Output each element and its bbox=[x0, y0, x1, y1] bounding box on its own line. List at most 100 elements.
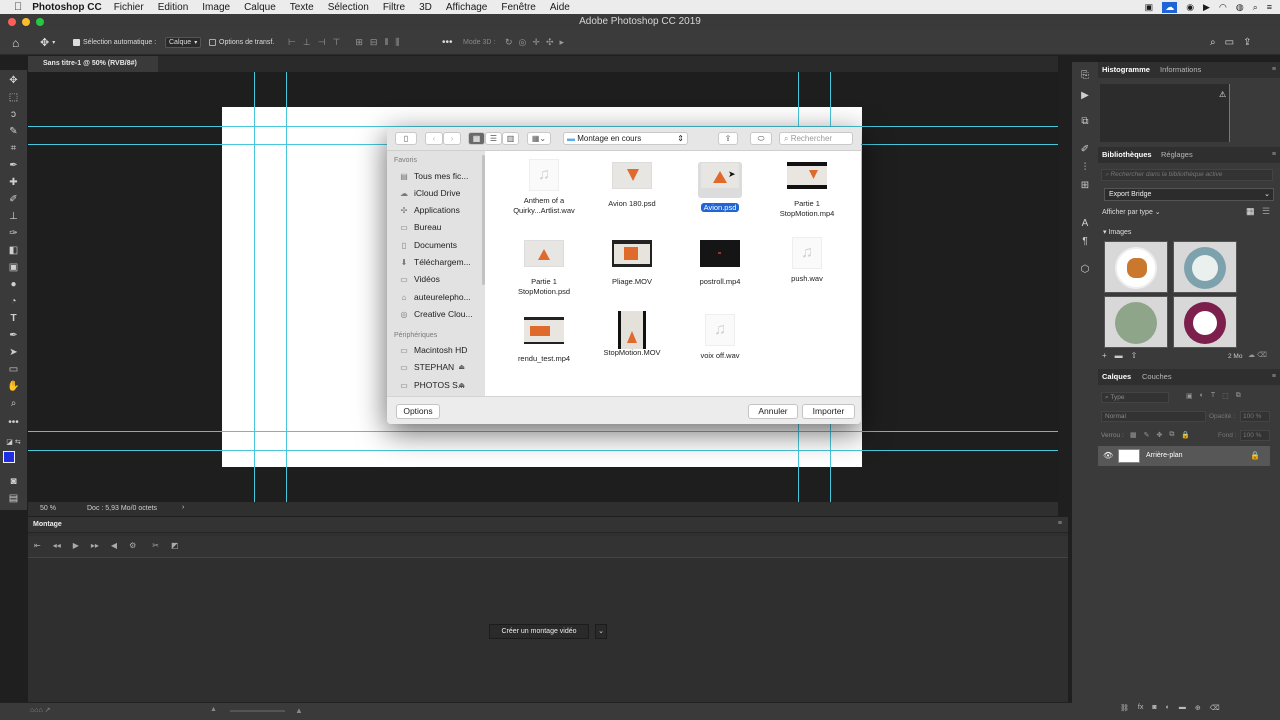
sidebar-item-home[interactable]: ⌂ auteurelepho... bbox=[399, 290, 483, 304]
lock-move-icon[interactable]: ✥ bbox=[1157, 431, 1163, 439]
more-options-icon[interactable]: ••• bbox=[442, 30, 453, 55]
zoom-out-icon[interactable]: ▲ bbox=[210, 706, 217, 713]
distribute-h-icon[interactable]: ⫴ bbox=[384, 37, 388, 48]
file-item[interactable]: ♫ voix off.wav bbox=[680, 314, 760, 361]
adjustment-layer-icon[interactable]: ◐ bbox=[1166, 704, 1170, 712]
move-tool-icon[interactable]: ✥ bbox=[6, 74, 21, 87]
gallery-view-button[interactable]: ▦⌄ bbox=[527, 132, 551, 145]
filter-shape-icon[interactable]: ⬚ bbox=[1222, 392, 1229, 400]
apple-menu-icon[interactable]:  bbox=[14, 1, 22, 13]
eyedropper-tool-icon[interactable]: ✒ bbox=[6, 159, 21, 172]
lock-transparent-icon[interactable]: ▦ bbox=[1130, 431, 1137, 439]
paragraph-panel-icon[interactable]: ¶ bbox=[1078, 236, 1092, 248]
spotlight-icon[interactable]: ⌕ bbox=[1253, 2, 1258, 13]
auto-select-dropdown[interactable]: Calque ▾ bbox=[165, 30, 202, 55]
3d-slide-icon[interactable]: ✣ bbox=[546, 37, 554, 48]
foreground-color-swatch[interactable] bbox=[3, 451, 15, 463]
file-item[interactable]: Partie 1 StopMotion.mp4 bbox=[767, 159, 847, 219]
3d-object-panel-icon[interactable]: ⬡ bbox=[1078, 264, 1092, 276]
prev-frame-icon[interactable]: ◂◂ bbox=[53, 541, 61, 550]
screen-mode-icon[interactable]: ▤ bbox=[6, 492, 21, 505]
file-item-selected[interactable]: Avion.psd ➤ bbox=[680, 159, 760, 213]
first-frame-icon[interactable]: ⇤ bbox=[34, 541, 41, 550]
column-view-button[interactable]: ▥ bbox=[502, 132, 519, 145]
images-section[interactable]: ▾ Images bbox=[1103, 228, 1131, 236]
display-by-dropdown[interactable]: Afficher par type ⌄ bbox=[1102, 208, 1161, 216]
timeline-dropdown-icon[interactable]: ⌄ bbox=[595, 624, 607, 639]
sidebar-item-macintosh-hd[interactable]: ▭ Macintosh HD bbox=[399, 343, 483, 357]
sidebar-item-all-files[interactable]: ▤ Tous mes fic... bbox=[399, 169, 483, 183]
guide-horizontal[interactable] bbox=[28, 450, 1058, 451]
file-item[interactable]: Partie 1 StopMotion.psd bbox=[504, 237, 584, 297]
dodge-tool-icon[interactable]: ◔ bbox=[6, 295, 21, 308]
properties-panel-icon[interactable]: ⊞ bbox=[1078, 180, 1092, 192]
sidebar-item-creative-cloud[interactable]: ◎ Creative Clou... bbox=[399, 307, 483, 321]
hand-tool-icon[interactable]: ✋ bbox=[6, 380, 21, 393]
menu-affichage[interactable]: Affichage bbox=[446, 2, 488, 13]
tab-adjustments[interactable]: Réglages bbox=[1157, 147, 1197, 163]
next-frame-icon[interactable]: ▸▸ bbox=[91, 541, 99, 550]
3d-roll-icon[interactable]: ◎ bbox=[519, 37, 527, 48]
transition-icon[interactable]: ◩ bbox=[171, 541, 179, 550]
fx-icon[interactable]: fx bbox=[1138, 704, 1143, 712]
wifi-icon[interactable]: ◠ bbox=[1219, 2, 1227, 13]
brush-panel-icon[interactable]: ✐ bbox=[1078, 144, 1092, 156]
menu-texte[interactable]: Texte bbox=[290, 2, 314, 13]
panel-menu-icon[interactable]: ≡ bbox=[1058, 520, 1062, 527]
library-image[interactable] bbox=[1173, 296, 1237, 348]
status-menu-arrow-icon[interactable]: › bbox=[182, 504, 184, 511]
file-item[interactable]: StopMotion.MOV bbox=[592, 311, 672, 358]
blend-mode-select[interactable]: Normal bbox=[1101, 411, 1206, 422]
layer-name[interactable]: Arrière-plan bbox=[1146, 452, 1183, 459]
menu-image[interactable]: Image bbox=[202, 2, 230, 13]
type-tool-icon[interactable]: T bbox=[6, 312, 21, 325]
user-icon[interactable]: ◍ bbox=[1236, 2, 1244, 13]
healing-tool-icon[interactable]: ✚ bbox=[6, 176, 21, 189]
filter-type-icon[interactable]: T bbox=[1211, 392, 1215, 400]
menu-fenetre[interactable]: Fenêtre bbox=[501, 2, 535, 13]
menu-filtre[interactable]: Filtre bbox=[383, 2, 405, 13]
status-icon[interactable]: ▣ bbox=[1145, 2, 1154, 13]
document-tab[interactable]: Sans titre-1 @ 50% (RVB/8#) bbox=[28, 56, 158, 72]
align-left-icon[interactable]: ⊢ bbox=[288, 37, 296, 48]
marquee-tool-icon[interactable]: ⬚ bbox=[6, 91, 21, 104]
share-button[interactable]: ⇪ bbox=[718, 132, 738, 145]
stamp-tool-icon[interactable]: ⊥ bbox=[6, 210, 21, 223]
search-field[interactable]: ⌕ Rechercher bbox=[779, 132, 853, 145]
filter-pixel-icon[interactable]: ▣ bbox=[1186, 392, 1193, 400]
character-panel-icon[interactable]: A bbox=[1078, 218, 1092, 230]
eject-icon[interactable]: ⏏ bbox=[458, 381, 465, 389]
import-button[interactable]: Importer bbox=[802, 404, 855, 419]
sidebar-item-icloud[interactable]: ☁ iCloud Drive bbox=[399, 186, 483, 200]
timeline-loop-icon[interactable]: ⌂⌂⌂ ↗ bbox=[30, 706, 51, 714]
tab-channels[interactable]: Couches bbox=[1138, 369, 1176, 385]
library-sync-icon[interactable]: ☁ ⌫ bbox=[1248, 351, 1267, 359]
3d-scale-icon[interactable]: ▸ bbox=[560, 37, 565, 48]
guide-vertical[interactable] bbox=[254, 72, 255, 502]
sidebar-item-downloads[interactable]: ⬇ Téléchargem... bbox=[399, 255, 483, 269]
fill-input[interactable]: 100 % bbox=[1240, 430, 1270, 441]
tab-informations[interactable]: Informations bbox=[1156, 62, 1205, 78]
align-center-icon[interactable]: ⊥ bbox=[303, 37, 311, 48]
forward-button[interactable]: › bbox=[443, 132, 461, 145]
delete-layer-icon[interactable]: ⌫ bbox=[1210, 704, 1220, 712]
create-video-timeline-button[interactable]: Créer un montage vidéo bbox=[489, 624, 589, 639]
default-colors-icon[interactable]: ◪ ⇆ bbox=[6, 436, 21, 449]
menu-selection[interactable]: Sélection bbox=[328, 2, 369, 13]
move-tool-preset-icon[interactable]: ✥ ▾ bbox=[40, 30, 55, 55]
lock-all-icon[interactable]: 🔒 bbox=[1181, 431, 1190, 439]
search-icon[interactable]: ⌕ bbox=[1210, 37, 1216, 48]
layer-row[interactable]: 👁 Arrière-plan 🔒 bbox=[1098, 446, 1270, 466]
library-search-input[interactable]: ⌕ Rechercher dans la bibliothèque active bbox=[1101, 169, 1273, 181]
panel-menu-icon[interactable]: ≡ bbox=[1272, 66, 1276, 73]
close-window-button[interactable] bbox=[8, 18, 16, 26]
lock-artboard-icon[interactable]: ⧉ bbox=[1169, 431, 1174, 439]
play-icon[interactable]: ▶ bbox=[1203, 2, 1210, 13]
auto-select-checkbox[interactable]: Sélection automatique : bbox=[73, 30, 156, 55]
icon-view-button[interactable]: ▦ bbox=[468, 132, 485, 145]
add-icon[interactable]: + bbox=[1102, 351, 1107, 360]
more-tools-icon[interactable]: ••• bbox=[6, 416, 21, 429]
settings-icon[interactable]: ⚙ bbox=[129, 541, 136, 550]
layer-filter-select[interactable]: ⌕ Type bbox=[1101, 392, 1169, 403]
zoom-slider[interactable] bbox=[230, 710, 285, 712]
